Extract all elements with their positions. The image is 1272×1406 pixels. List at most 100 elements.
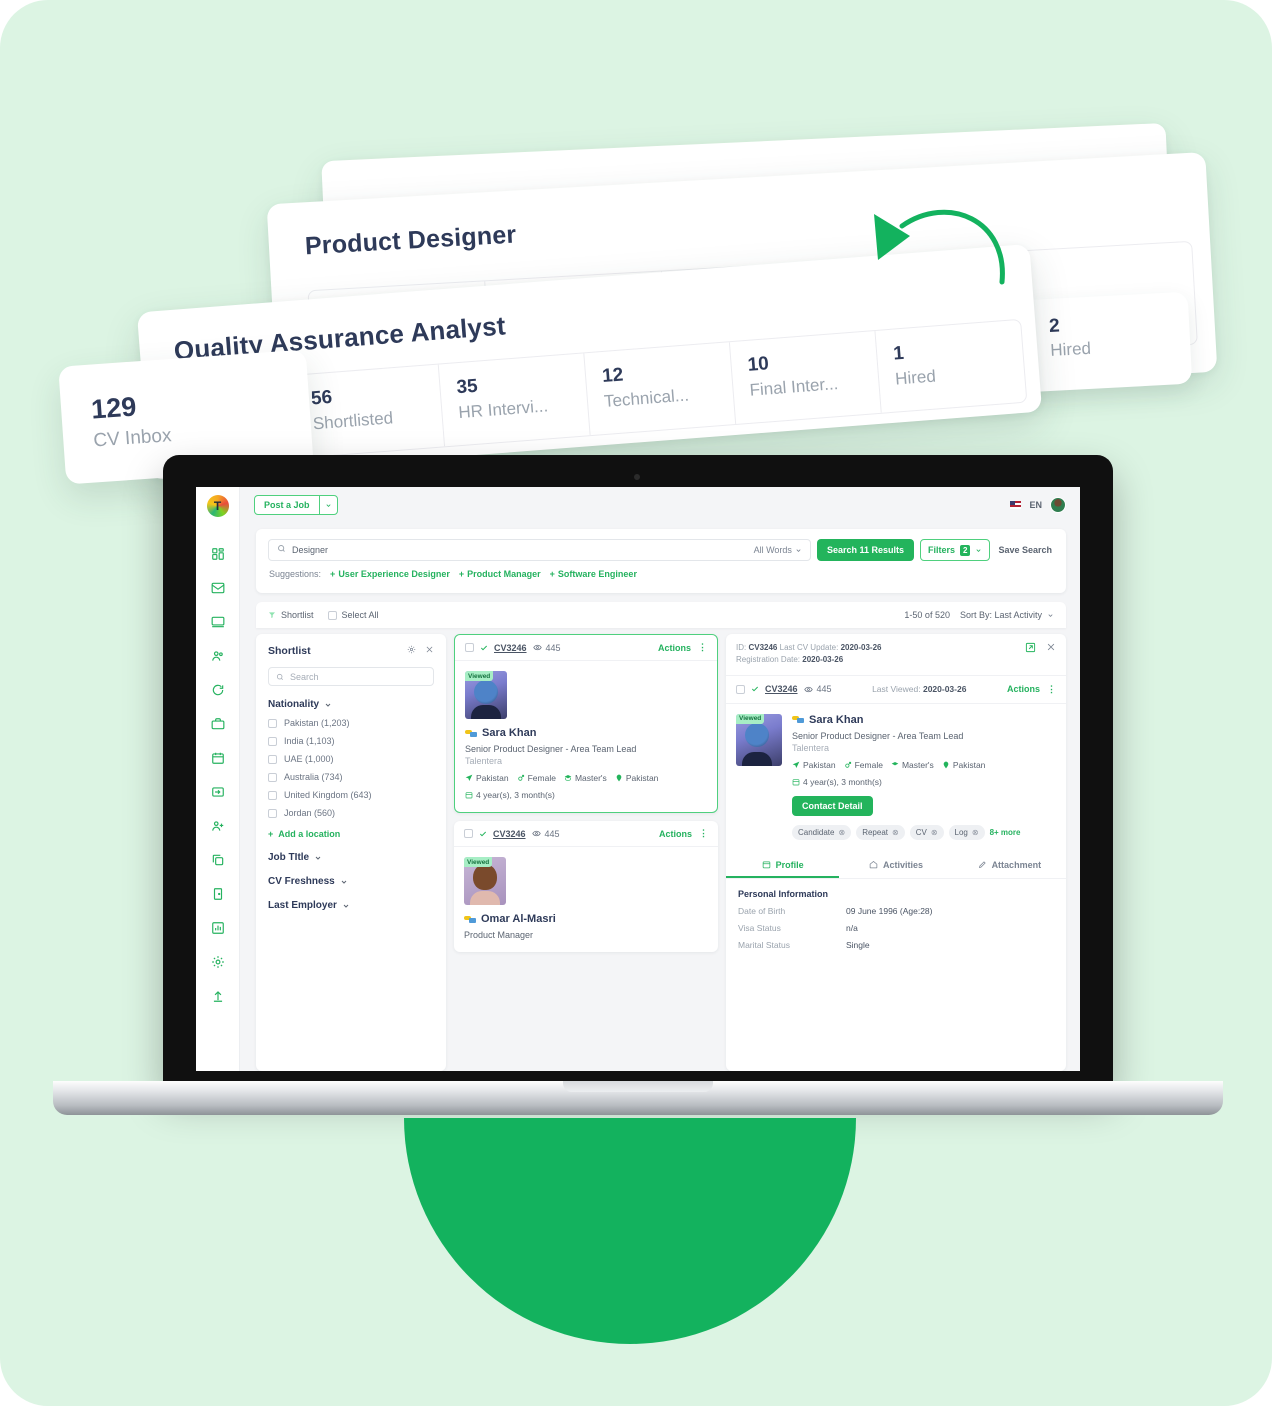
close-icon[interactable] (1046, 642, 1056, 655)
facet-option-india[interactable]: India (1,103) (268, 736, 434, 746)
shortlist-toggle[interactable]: Shortlist (268, 610, 314, 620)
facet-checkbox[interactable] (268, 718, 277, 728)
tab-attachment[interactable]: Attachment (953, 852, 1066, 878)
sidebar-item-inbox-in[interactable] (201, 775, 235, 809)
stat-cell-technical[interactable]: 12 Technical... (584, 342, 737, 436)
remove-tag-icon[interactable]: ⊗ (972, 828, 979, 837)
stat-cell-shortlisted[interactable]: 56 Shortlisted (293, 364, 446, 458)
sidebar-item-calendar[interactable] (201, 741, 235, 775)
search-button[interactable]: Search 11 Results (816, 539, 914, 561)
save-search-button[interactable]: Save Search (996, 545, 1054, 555)
facet-header-cv-freshness[interactable]: CV Freshness (268, 876, 434, 887)
stat-cell-hired[interactable]: 1 Hired (875, 320, 1026, 413)
sidebar-item-people[interactable] (201, 639, 235, 673)
shortlist-search-input[interactable]: Search (268, 667, 434, 686)
candidate-actions[interactable]: Actions ⋮ (658, 642, 707, 653)
candidate-cv-id[interactable]: CV3246 (493, 829, 526, 839)
facet-checkbox[interactable] (268, 790, 277, 800)
monitor-icon (211, 616, 224, 628)
filters-button[interactable]: Filters 2 (919, 539, 991, 561)
tag-log[interactable]: Log ⊗ (948, 824, 985, 840)
suggestion-chip-software-engineer[interactable]: + Software Engineer (550, 569, 637, 579)
sidebar-item-door[interactable] (201, 877, 235, 911)
stat-label: Hired (1049, 338, 1092, 360)
facet-option-australia[interactable]: Australia (734) (268, 772, 434, 782)
candidate-card-body: Viewed Omar Al-Masri Product Manager (454, 847, 718, 952)
facet-checkbox[interactable] (268, 772, 277, 782)
stat-card-hired[interactable]: 2 Hired (1019, 291, 1193, 393)
add-location-button[interactable]: + Add a location (268, 829, 434, 839)
tag-candidate[interactable]: Candidate ⊗ (792, 824, 852, 840)
candidate-checkbox[interactable] (465, 643, 474, 652)
candidate-checkbox[interactable] (464, 829, 473, 838)
select-all-control[interactable]: Select All (327, 610, 379, 620)
close-icon[interactable] (425, 645, 434, 657)
facet-option-uae[interactable]: UAE (1,000) (268, 754, 434, 764)
facet-header-nationality[interactable]: Nationality (268, 699, 434, 710)
suggestion-chip-product-manager[interactable]: + Product Manager (459, 569, 541, 579)
match-mode-select[interactable]: All Words (754, 545, 802, 555)
sidebar-item-upload[interactable] (201, 979, 235, 1013)
facet-option-jordan[interactable]: Jordan (560) (268, 808, 434, 818)
sidebar-item-mail[interactable] (201, 571, 235, 605)
post-job-button[interactable]: Post a Job (254, 495, 338, 515)
search-value: Designer (292, 545, 329, 555)
sidebar-item-dashboard[interactable] (201, 537, 235, 571)
app-logo[interactable]: T (206, 495, 229, 517)
facet-checkbox[interactable] (268, 736, 277, 746)
sidebar-item-add-user[interactable] (201, 809, 235, 843)
sidebar-item-settings[interactable] (201, 945, 235, 979)
remove-tag-icon[interactable]: ⊗ (892, 828, 899, 837)
contact-detail-button[interactable]: Contact Detail (792, 795, 873, 816)
candidate-name[interactable]: Omar Al-Masri (481, 913, 556, 925)
sidebar-item-copy[interactable] (201, 843, 235, 877)
expand-icon[interactable] (1025, 642, 1036, 656)
detail-checkbox[interactable] (736, 684, 745, 694)
tab-activities[interactable]: Activities (839, 852, 952, 878)
facet-option-pakistan[interactable]: Pakistan (1,203) (268, 718, 434, 728)
facet-label: Last Employer (268, 900, 337, 911)
facet-checkbox[interactable] (268, 808, 277, 818)
facet-header-job-title[interactable]: Job TItle (268, 852, 434, 863)
sidebar-item-monitor[interactable] (201, 605, 235, 639)
sort-selector[interactable]: Sort By: Last Activity (960, 610, 1054, 620)
candidate-card[interactable]: CV3246 445 Actions ⋮ (454, 634, 718, 813)
candidate-cv-id[interactable]: CV3246 (494, 643, 527, 653)
candidate-card[interactable]: CV3246 445 Actions ⋮ (454, 821, 718, 952)
candidate-name[interactable]: Sara Khan (482, 727, 536, 739)
facet-checkbox[interactable] (268, 754, 277, 764)
tag-repeat[interactable]: Repeat ⊗ (856, 824, 905, 840)
language-selector[interactable]: EN (1029, 500, 1042, 510)
sidebar-item-jobs[interactable] (201, 707, 235, 741)
kebab-menu-icon[interactable]: ⋮ (698, 642, 707, 653)
pencil-icon (978, 861, 986, 869)
sidebar-item-refresh[interactable] (201, 673, 235, 707)
chevron-down-icon[interactable] (318, 496, 337, 514)
kebab-menu-icon[interactable]: ⋮ (699, 828, 708, 839)
candidate-actions[interactable]: Actions ⋮ (659, 828, 708, 839)
chevron-down-icon (976, 548, 982, 552)
detail-id-value: CV3246 (748, 643, 778, 652)
people-icon (211, 651, 223, 661)
detail-actions[interactable]: Actions ⋮ (1007, 684, 1056, 695)
tab-profile[interactable]: Profile (726, 852, 839, 878)
suggestion-chip-ux-designer[interactable]: + User Experience Designer (330, 569, 450, 579)
more-tags-link[interactable]: 8+ more (990, 828, 1021, 837)
stat-cell-hr-interview[interactable]: 35 HR Intervi... (438, 353, 591, 447)
detail-cv-id[interactable]: CV3246 (765, 684, 798, 694)
facet-option-united-kingdom[interactable]: United Kingdom (643) (268, 790, 434, 800)
remove-tag-icon[interactable]: ⊗ (838, 828, 845, 837)
remove-tag-icon[interactable]: ⊗ (931, 828, 938, 837)
sidebar-item-reports[interactable] (201, 911, 235, 945)
tag-cv[interactable]: CV ⊗ (909, 824, 944, 840)
candidate-company: Talentera (465, 756, 503, 766)
stat-cell-final-interview[interactable]: 10 Final Inter... (729, 330, 882, 424)
search-input[interactable]: Designer All Words (268, 539, 811, 561)
gear-icon[interactable] (407, 645, 416, 657)
select-all-checkbox[interactable] (327, 610, 337, 620)
info-value: Single (846, 939, 870, 950)
funnel-icon (269, 612, 275, 618)
avatar[interactable] (1050, 497, 1066, 513)
kebab-menu-icon[interactable]: ⋮ (1047, 684, 1056, 695)
facet-header-last-employer[interactable]: Last Employer (268, 900, 434, 911)
